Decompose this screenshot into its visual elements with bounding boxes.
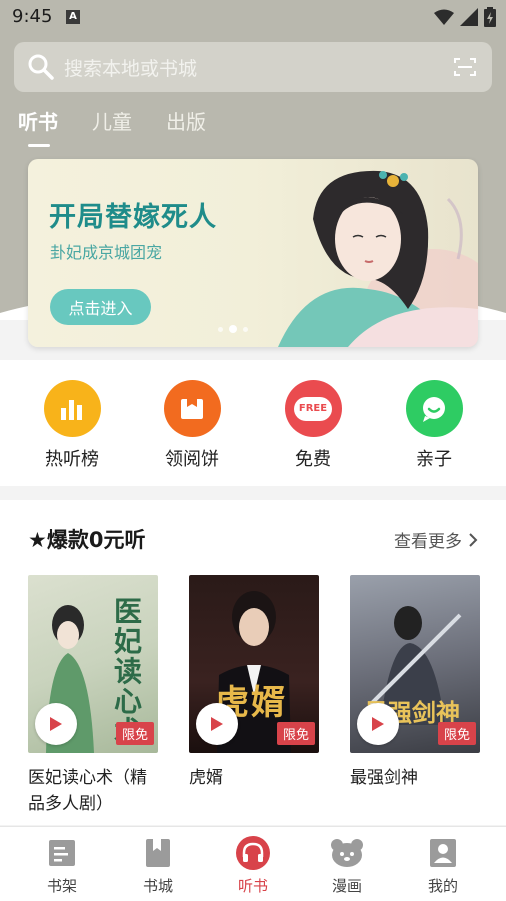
bar-chart-icon [43,380,101,437]
section-title: ★爆款0元听 [28,528,146,552]
bookshelf-icon [49,840,75,866]
profile-icon [430,839,456,867]
book-cover[interactable]: 最强剑神 限免 [350,575,480,753]
see-more-link[interactable]: 查看更多 [394,527,478,552]
bottom-navigation: 书架 书城 听书 漫画 我的 [0,826,506,901]
chevron-right-icon [469,532,478,547]
quick-coupon[interactable]: 领阅饼 [147,380,237,471]
quick-free[interactable]: FREE 免费 [268,380,358,471]
book-card[interactable]: 虎婿 限免 虎婿 [189,575,319,791]
play-button[interactable] [35,703,77,745]
play-button[interactable] [196,703,238,745]
bear-icon [331,839,363,867]
nav-label: 书架 [46,877,77,895]
play-icon [372,717,384,731]
free-badge: 限免 [276,722,315,745]
see-more-label: 查看更多 [394,532,462,552]
quick-entries: 热听榜 领阅饼 FREE 免费 亲子 [0,360,506,486]
free-badge: 限免 [115,722,154,745]
status-time: 9:45 [12,6,53,27]
quick-label: 免费 [295,449,331,470]
book-title[interactable]: 医妃读心术（精品多人剧） [28,765,162,817]
banner-enter-button[interactable]: 点击进入 [50,289,151,325]
banner-pagination [218,325,248,333]
banner-dot [218,326,223,332]
coupon-icon [163,380,221,437]
banner-subtitle: 卦妃成京城团宠 [50,243,163,262]
headphones-icon [236,836,270,870]
nav-label: 我的 [427,877,458,895]
nav-bookstore[interactable]: 书城 [118,835,198,896]
chat-bubble-icon [405,380,463,437]
tab-listen[interactable]: 听书 [18,106,58,147]
nav-profile[interactable]: 我的 [403,835,483,896]
nav-comics[interactable]: 漫画 [307,835,387,896]
banner-title: 开局替嫁死人 [49,202,217,233]
quick-label: 热听榜 [45,449,99,470]
battery-icon [484,7,496,27]
play-button[interactable] [357,703,399,745]
free-icon: FREE [284,380,342,437]
banner-dot-active [229,325,237,333]
search-bar[interactable]: 搜索本地或书城 [14,42,492,92]
status-bar: 9:45 A [0,0,506,34]
free-icon-text: FREE [294,396,332,421]
nav-label: 书城 [142,877,173,895]
category-tabs: 听书 儿童 出版 [18,106,206,147]
banner-illustration [278,170,478,347]
quick-family[interactable]: 亲子 [389,380,479,471]
free-badge: 限免 [437,722,476,745]
play-icon [211,717,223,731]
bookstore-icon [146,839,170,867]
book-cover[interactable]: 医妃读心术 限免 [28,575,158,753]
tab-publish[interactable]: 出版 [166,106,206,135]
nav-listen[interactable]: 听书 [213,835,293,896]
nav-label: 漫画 [331,877,362,895]
promo-banner[interactable]: 开局替嫁死人 卦妃成京城团宠 点击进入 [28,159,478,347]
quick-hot-chart[interactable]: 热听榜 [27,380,117,471]
book-card[interactable]: 最强剑神 限免 最强剑神 [350,575,480,791]
quick-label: 亲子 [416,449,452,470]
nav-label: 听书 [237,877,268,895]
book-title[interactable]: 最强剑神 [350,765,484,791]
search-icon [28,54,54,80]
book-card[interactable]: 医妃读心术 限免 医妃读心术（精品多人剧） [28,575,158,817]
search-placeholder: 搜索本地或书城 [64,57,198,80]
wifi-icon [434,9,454,25]
book-title[interactable]: 虎婿 [189,765,323,791]
signal-icon [460,8,478,26]
banner-dot [243,326,248,332]
nav-bookshelf[interactable]: 书架 [22,835,102,896]
scan-icon[interactable] [454,57,476,77]
tab-children[interactable]: 儿童 [92,106,132,135]
play-icon [50,717,62,731]
book-cover[interactable]: 虎婿 限免 [189,575,319,753]
notification-a-icon: A [66,10,80,24]
quick-label: 领阅饼 [165,449,219,470]
free-listen-section: ★爆款0元听 查看更多 医妃读心术 限免 医妃读心术（精品多人剧） [0,500,506,825]
